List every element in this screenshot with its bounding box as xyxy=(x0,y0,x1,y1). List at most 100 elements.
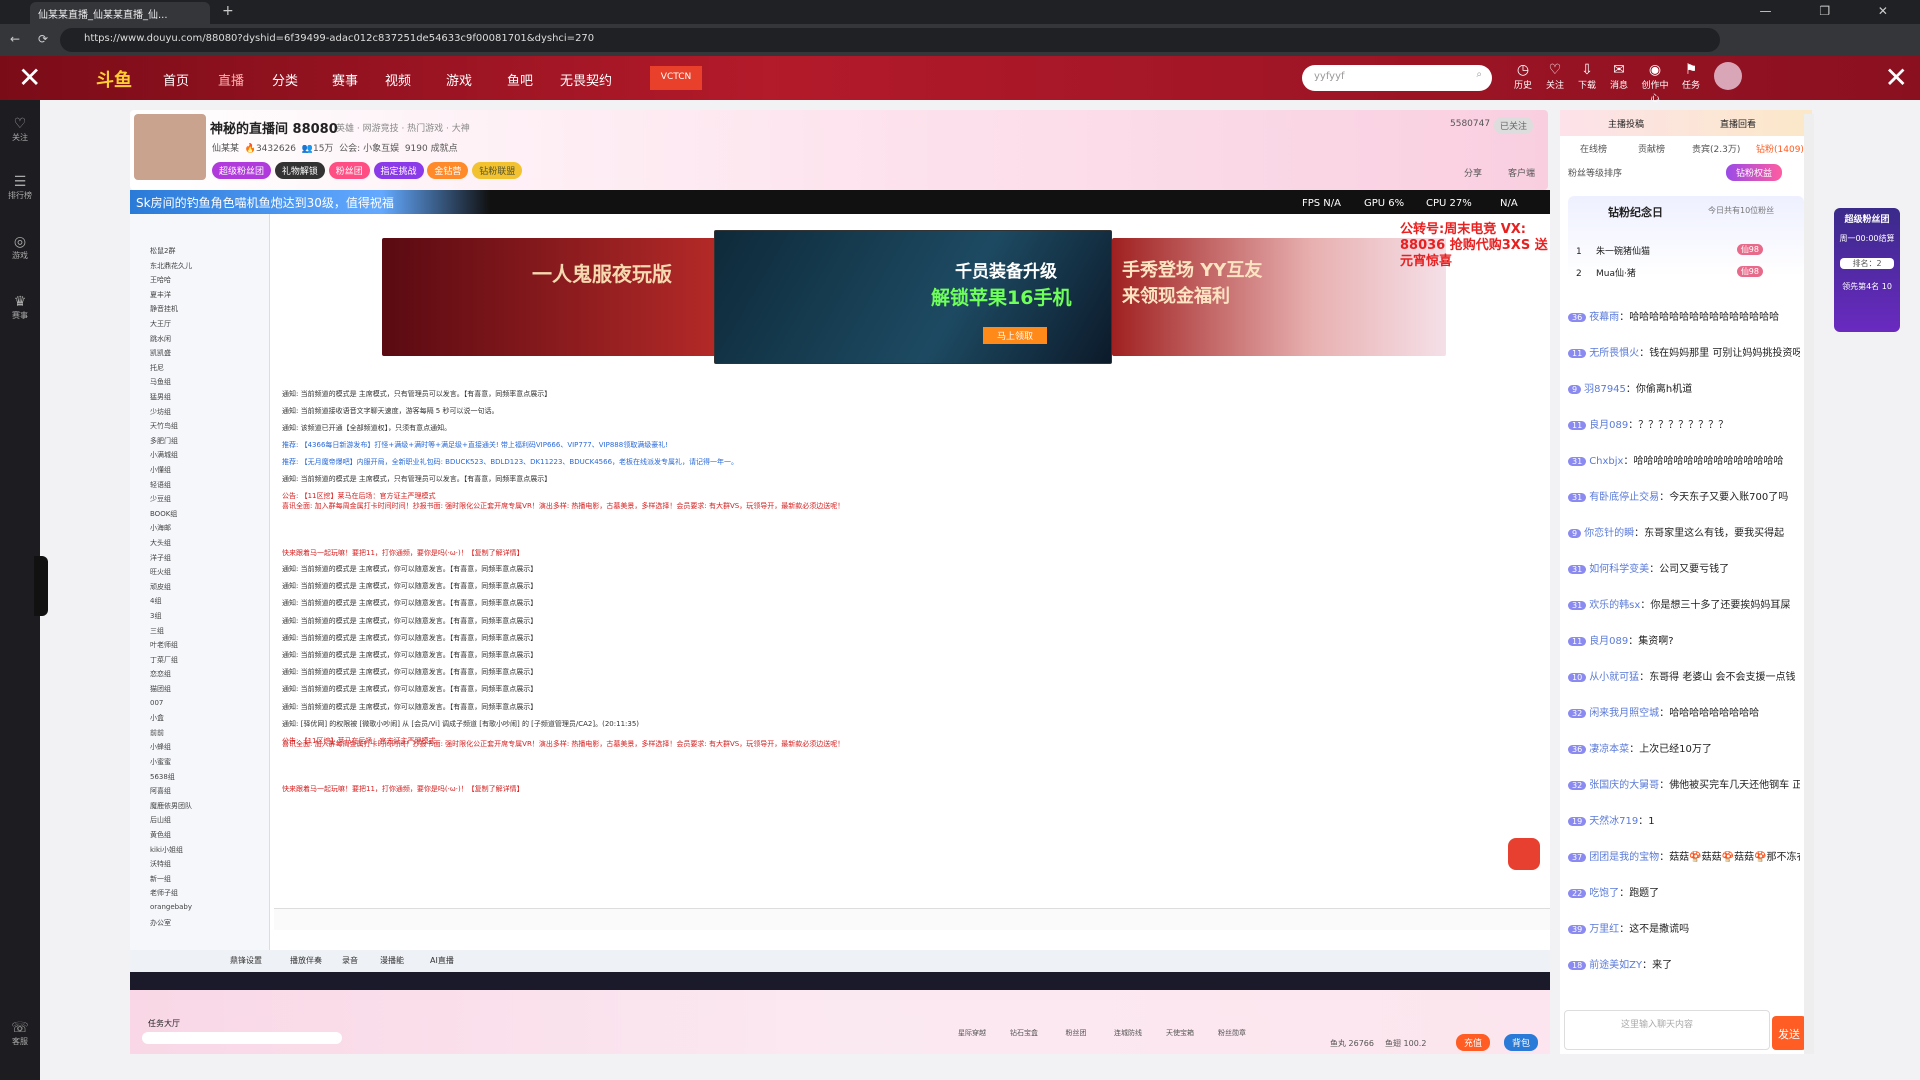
douyu-logo-icon[interactable]: 斗鱼 xyxy=(96,66,132,92)
creator-icon[interactable]: ◉ 创作中心 xyxy=(1640,62,1670,104)
rank-row-1[interactable]: 1 朱一碗猪仙猫 仙98 xyxy=(1576,244,1796,257)
chat-message[interactable]: 19 天然冰719：1 xyxy=(1568,812,1800,827)
tree-item[interactable]: 东北鼎花久儿 xyxy=(150,261,192,271)
badge-gold[interactable]: 金钻营 xyxy=(427,162,469,179)
gift-item[interactable]: 星际穿越 xyxy=(950,1000,994,1040)
tree-item[interactable]: 阿喜组 xyxy=(150,786,171,796)
nav-category[interactable]: 分类 xyxy=(272,70,298,89)
task-hall-button[interactable]: 任务大厅 xyxy=(144,996,184,1028)
chat-message[interactable]: 37 团团是我的宝物：菇菇🍄菇菇🍄菇菇🍄那不冻衣 xyxy=(1568,848,1800,863)
sidebar-item-follow[interactable]: ♡ 关注 xyxy=(0,116,40,143)
chat-input[interactable]: 这里输入聊天内容 xyxy=(1564,1010,1770,1050)
chat-username[interactable]: 你恋针的瞬 xyxy=(1584,528,1634,539)
chat-username[interactable]: 万里红 xyxy=(1589,924,1619,935)
download-icon[interactable]: ⇩ 下载 xyxy=(1572,62,1602,91)
tree-item[interactable]: 大王厅 xyxy=(150,319,171,329)
tree-item[interactable]: 黄色组 xyxy=(150,830,171,840)
chat-username[interactable]: 良月089 xyxy=(1589,420,1628,431)
gift-item[interactable]: 天使宝箱 xyxy=(1158,1000,1202,1040)
chat-username[interactable]: 吃饱了 xyxy=(1589,888,1619,899)
follow-button[interactable]: 已关注 xyxy=(1494,117,1534,134)
ad-banner-main[interactable]: 千员装备升级 解锁苹果16手机 马上领取 xyxy=(714,230,1112,364)
tree-item[interactable]: BOOK组 xyxy=(150,509,177,519)
tree-item[interactable]: 洋子组 xyxy=(150,553,171,563)
tree-item[interactable]: 猫团组 xyxy=(150,684,171,694)
tree-item[interactable]: 小海邮 xyxy=(150,523,171,533)
browser-tab[interactable]: 仙某某直播_仙某某直播_仙... xyxy=(30,2,210,24)
chat-message[interactable]: 31 有卧底停止交易：今天东子又要入账700了吗 xyxy=(1568,488,1800,503)
client-button[interactable]: 客户端 xyxy=(1508,166,1535,179)
tree-item[interactable]: 办公室 xyxy=(150,918,171,928)
tree-item[interactable]: 静音挂机 xyxy=(150,304,178,314)
diamond-rights-button[interactable]: 钻粉权益 xyxy=(1726,164,1783,181)
tree-item[interactable]: 夏丰洋 xyxy=(150,290,171,300)
chat-username[interactable]: Chxbjx xyxy=(1589,456,1623,467)
ad-main-button[interactable]: 马上领取 xyxy=(983,327,1048,344)
search-input[interactable]: yyfyyf ⌕ xyxy=(1302,65,1492,91)
sidebar-item-games[interactable]: ◎ 游戏 xyxy=(0,234,40,261)
chat-message[interactable]: 9 羽87945：你偷离h机道 xyxy=(1568,380,1800,395)
gift-item[interactable]: 粉丝团 xyxy=(1054,1000,1098,1040)
chat-message[interactable]: 11 良月089：集资啊? xyxy=(1568,632,1800,647)
tree-item[interactable]: 松鼠2群 xyxy=(150,246,175,256)
nav-home[interactable]: 首页 xyxy=(163,70,189,89)
subtab-online[interactable]: 在线榜 xyxy=(1580,142,1607,155)
tree-item[interactable]: orangebaby xyxy=(150,903,192,911)
tree-item[interactable]: 叶老师组 xyxy=(150,640,178,650)
send-button[interactable]: 发送 xyxy=(1772,1016,1806,1050)
chat-message[interactable]: 31 欢乐的韩sx：你是想三十多了还要挨妈妈耳屎 xyxy=(1568,596,1800,611)
chat-username[interactable]: 如何科学变美 xyxy=(1589,564,1649,575)
tree-item[interactable]: 魔鹿依男团队 xyxy=(150,801,192,811)
chat-message[interactable]: 36 凄凉本菜：上次已经10万了 xyxy=(1568,740,1800,755)
message-icon[interactable]: ✉ 消息 xyxy=(1604,62,1634,91)
chat-message[interactable]: 32 闲来我月照空城：哈哈哈哈哈哈哈哈哈 xyxy=(1568,704,1800,719)
chat-message[interactable]: 36 夜幕雨：哈哈哈哈哈哈哈哈哈哈哈哈哈哈哈 xyxy=(1568,308,1800,323)
tree-item[interactable]: 天竹鸟组 xyxy=(150,421,178,431)
vct-logo-icon[interactable]: ✕ xyxy=(18,62,50,94)
chat-username[interactable]: 前途美如ZY xyxy=(1589,960,1642,971)
tree-item[interactable]: 沃特组 xyxy=(150,859,171,869)
tree-item[interactable]: 5638组 xyxy=(150,772,175,782)
tree-item[interactable]: 新一组 xyxy=(150,874,171,884)
tree-item[interactable]: 后山组 xyxy=(150,815,171,825)
chat-username[interactable]: 羽87945 xyxy=(1584,384,1626,395)
nav-fishbar[interactable]: 鱼吧 xyxy=(507,70,533,89)
toolbar-stream[interactable]: 漫播能 xyxy=(380,955,404,966)
vctcn-promo[interactable]: VCTCN xyxy=(650,66,702,90)
recharge-button[interactable]: 充值 xyxy=(1456,1034,1491,1051)
super-fan-card[interactable]: 超级粉丝团 周一00:00结算 排名：2 领先第4名 10 xyxy=(1834,208,1900,332)
chat-message[interactable]: 31 Chxbjx：哈哈哈哈哈哈哈哈哈哈哈哈哈哈哈 xyxy=(1568,452,1800,467)
search-icon[interactable]: ⌕ xyxy=(1476,69,1482,80)
tree-item[interactable]: 顽皮组 xyxy=(150,582,171,592)
redpacket-icon[interactable] xyxy=(1508,838,1540,870)
chat-message[interactable]: 39 万里红：这不是撒谎吗 xyxy=(1568,920,1800,935)
chat-message[interactable]: 31 如何科学变美：公司又要亏钱了 xyxy=(1568,560,1800,575)
tree-item[interactable]: 小盒 xyxy=(150,713,164,723)
backpack-button[interactable]: 背包 xyxy=(1504,1034,1539,1051)
badge-fan-group[interactable]: 粉丝团 xyxy=(328,162,370,179)
toolbar-ai-stream[interactable]: AI直播 xyxy=(430,955,454,966)
nav-video[interactable]: 视频 xyxy=(385,70,411,89)
sidebar-toggle[interactable] xyxy=(34,556,48,616)
chat-username[interactable]: 张国庆的大舅哥 xyxy=(1589,780,1659,791)
chat-username[interactable]: 天然冰719 xyxy=(1589,816,1638,827)
tree-item[interactable]: 旺火组 xyxy=(150,567,171,577)
subtab-diamond[interactable]: 钻粉(1409) xyxy=(1756,142,1804,155)
chat-username[interactable]: 无所畏惧火 xyxy=(1589,348,1639,359)
gift-item[interactable]: 粉丝勋章 xyxy=(1210,1000,1254,1040)
nav-live[interactable]: 直播 xyxy=(218,70,244,89)
subtab-vip[interactable]: 贵宾(2.3万) xyxy=(1692,142,1740,155)
tree-item[interactable]: 007 xyxy=(150,699,163,707)
chat-username[interactable]: 团团是我的宝物 xyxy=(1589,852,1659,863)
sidebar-item-service[interactable]: ☏ 客服 xyxy=(0,1020,40,1047)
toolbar-voice-settings[interactable]: 鼎锋设置 xyxy=(230,955,262,966)
tree-item[interactable]: 三组 xyxy=(150,626,164,636)
share-button[interactable]: 分享 xyxy=(1464,166,1482,179)
page-scrollbar[interactable] xyxy=(1804,114,1814,1054)
sidebar-item-rank[interactable]: ☰ 排行榜 xyxy=(0,174,40,201)
tree-item[interactable]: 少坊组 xyxy=(150,407,171,417)
chat-username[interactable]: 良月089 xyxy=(1589,636,1628,647)
tab-anchor-post[interactable]: 主播投稿 xyxy=(1608,117,1644,130)
badge-gift-unlock[interactable]: 礼物解锁 xyxy=(274,162,325,179)
tree-item[interactable]: 轻语组 xyxy=(150,480,171,490)
